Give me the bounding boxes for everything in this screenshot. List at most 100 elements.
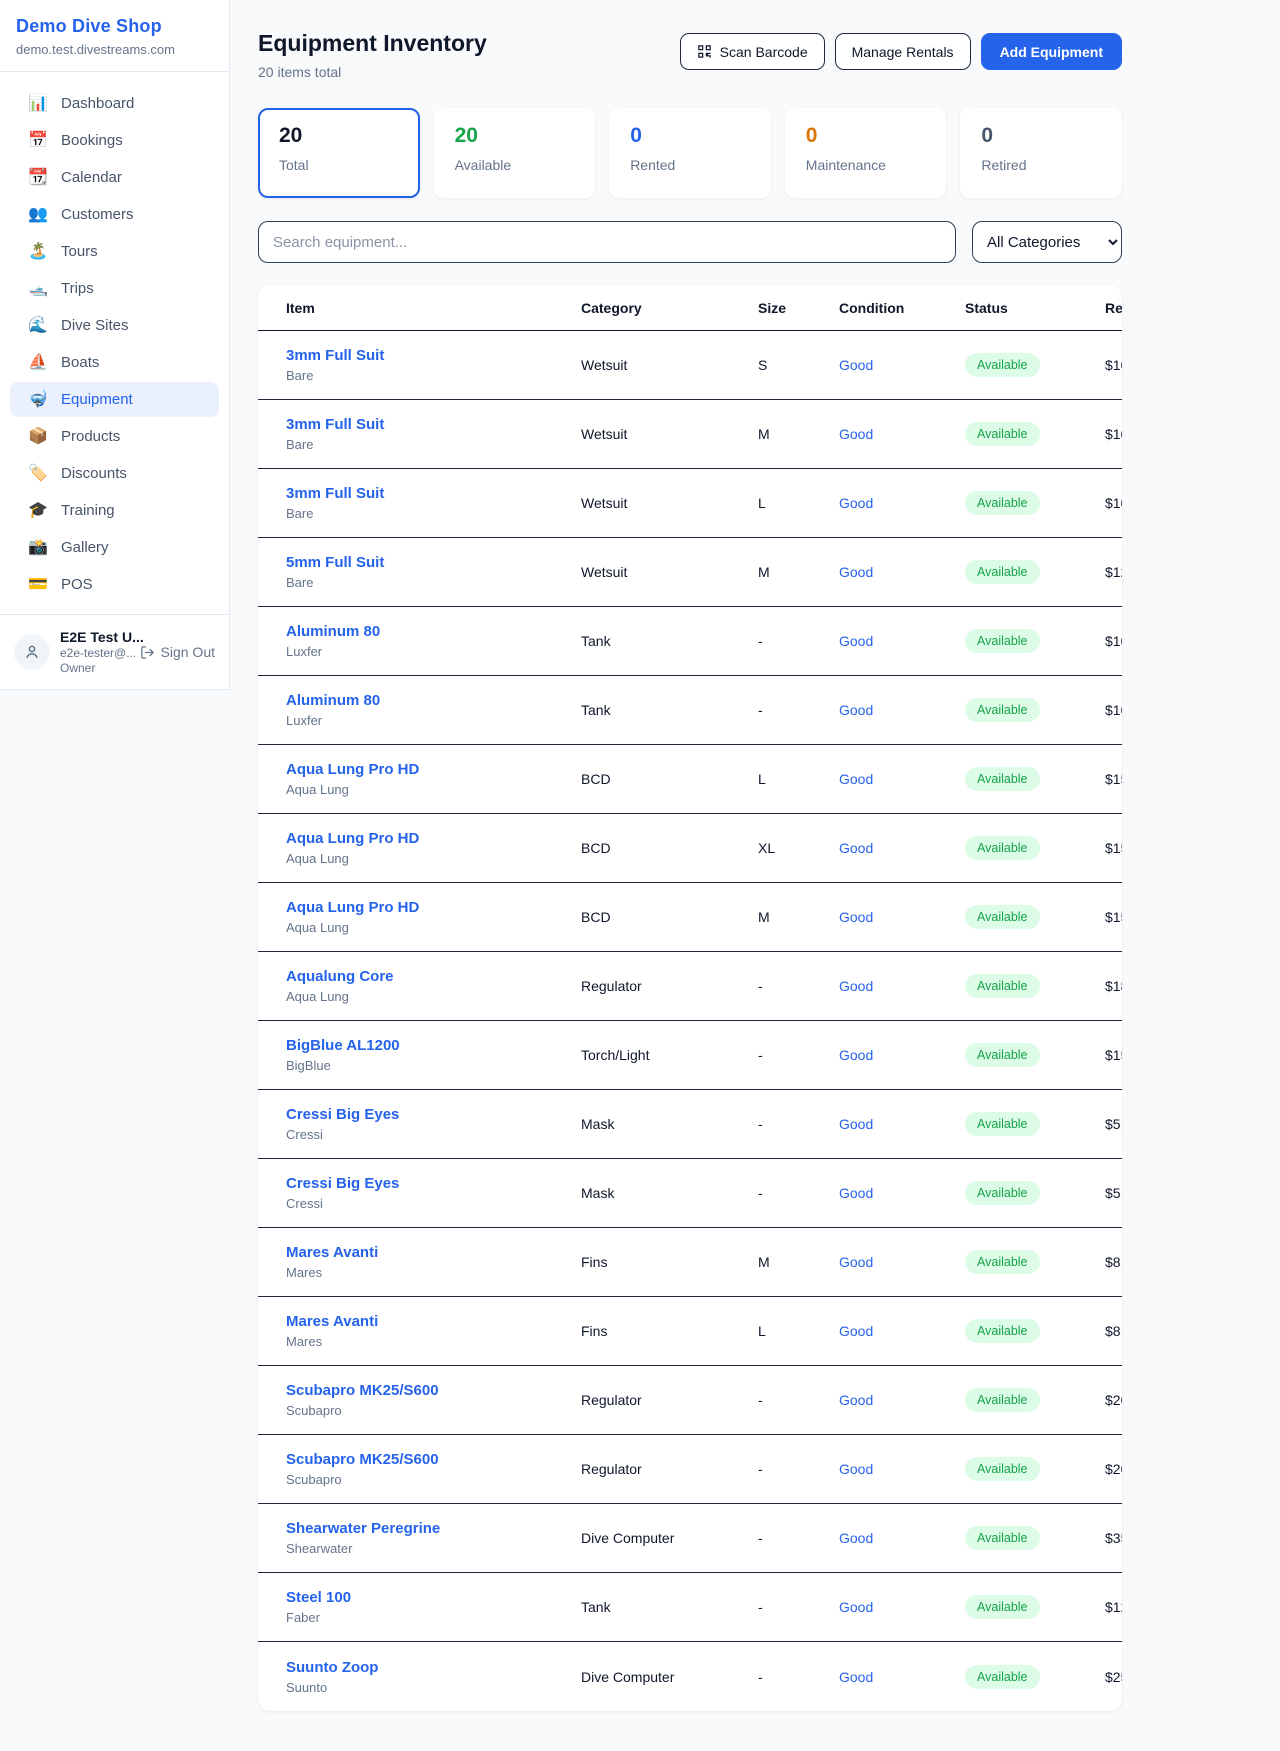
table-row[interactable]: Aluminum 80LuxferTank-GoodAvailable$10.0… [258,607,1122,676]
item-name-link[interactable]: Shearwater Peregrine [286,1520,581,1537]
category-select[interactable]: All Categories [972,221,1122,263]
category-cell: BCD [581,909,758,925]
table-row[interactable]: Scubapro MK25/S600ScubaproRegulator-Good… [258,1366,1122,1435]
sidebar-item-gallery[interactable]: 📸Gallery [10,530,219,565]
table-row[interactable]: Aqua Lung Pro HDAqua LungBCDMGoodAvailab… [258,883,1122,952]
table-row[interactable]: Cressi Big EyesCressiMask-GoodAvailable$… [258,1090,1122,1159]
table-row[interactable]: Aluminum 80LuxferTank-GoodAvailable$10.0… [258,676,1122,745]
table-row[interactable]: Scubapro MK25/S600ScubaproRegulator-Good… [258,1435,1122,1504]
table-row[interactable]: Shearwater PeregrineShearwaterDive Compu… [258,1504,1122,1573]
item-name-link[interactable]: Aluminum 80 [286,692,581,709]
category-cell: Fins [581,1323,758,1339]
condition-link[interactable]: Good [839,1254,873,1270]
condition-link[interactable]: Good [839,1185,873,1201]
sidebar-item-calendar[interactable]: 📆Calendar [10,160,219,195]
sidebar-item-dashboard[interactable]: 📊Dashboard [10,86,219,121]
table-row[interactable]: Suunto ZoopSuuntoDive Computer-GoodAvail… [258,1642,1122,1711]
table-row[interactable]: 3mm Full SuitBareWetsuitSGoodAvailable$1… [258,331,1122,400]
condition-link[interactable]: Good [839,909,873,925]
table-row[interactable]: Cressi Big EyesCressiMask-GoodAvailable$… [258,1159,1122,1228]
condition-cell: Good [839,909,965,925]
condition-link[interactable]: Good [839,771,873,787]
condition-link[interactable]: Good [839,1530,873,1546]
condition-link[interactable]: Good [839,564,873,580]
stat-card-available[interactable]: 20Available [434,108,596,198]
status-cell: Available [965,905,1105,929]
user-role: Owner [60,661,130,675]
sidebar-item-training[interactable]: 🎓Training [10,493,219,528]
sidebar-item-discounts[interactable]: 🏷️Discounts [10,456,219,491]
item-name-link[interactable]: 5mm Full Suit [286,554,581,571]
table-row[interactable]: 3mm Full SuitBareWetsuitMGoodAvailable$1… [258,400,1122,469]
condition-cell: Good [839,426,965,442]
item-name-link[interactable]: Mares Avanti [286,1244,581,1261]
page-title: Equipment Inventory [258,30,487,57]
item-name-link[interactable]: Scubapro MK25/S600 [286,1451,581,1468]
sidebar-item-equipment[interactable]: 🤿Equipment [10,382,219,417]
item-name-link[interactable]: Aqua Lung Pro HD [286,830,581,847]
item-name-link[interactable]: Aqualung Core [286,968,581,985]
sidebar-item-pos[interactable]: 💳POS [10,567,219,602]
condition-link[interactable]: Good [839,840,873,856]
stat-card-total[interactable]: 20Total [258,108,420,198]
stat-card-rented[interactable]: 0Rented [609,108,771,198]
item-name-link[interactable]: 3mm Full Suit [286,416,581,433]
item-name-link[interactable]: Suunto Zoop [286,1659,581,1676]
table-row[interactable]: Mares AvantiMaresFinsLGoodAvailable$8.00… [258,1297,1122,1366]
condition-link[interactable]: Good [839,426,873,442]
item-name-link[interactable]: BigBlue AL1200 [286,1037,581,1054]
sidebar-item-products[interactable]: 📦Products [10,419,219,454]
table-row[interactable]: BigBlue AL1200BigBlueTorch/Light-GoodAva… [258,1021,1122,1090]
item-name-link[interactable]: Aqua Lung Pro HD [286,761,581,778]
item-name-link[interactable]: 3mm Full Suit [286,347,581,364]
condition-link[interactable]: Good [839,357,873,373]
condition-link[interactable]: Good [839,633,873,649]
condition-link[interactable]: Good [839,1047,873,1063]
brand-title[interactable]: Demo Dive Shop [16,16,213,37]
sidebar-item-label: Equipment [61,391,133,408]
table-row[interactable]: Mares AvantiMaresFinsMGoodAvailable$8.00… [258,1228,1122,1297]
item-name-link[interactable]: Aluminum 80 [286,623,581,640]
table-row[interactable]: 3mm Full SuitBareWetsuitLGoodAvailable$1… [258,469,1122,538]
sidebar-item-label: Training [61,502,115,519]
condition-link[interactable]: Good [839,1116,873,1132]
item-name-link[interactable]: Scubapro MK25/S600 [286,1382,581,1399]
size-cell: M [758,426,839,442]
table-row[interactable]: Aqua Lung Pro HDAqua LungBCDLGoodAvailab… [258,745,1122,814]
sign-out-button[interactable]: Sign Out [140,644,215,660]
item-name-link[interactable]: Steel 100 [286,1589,581,1606]
add-equipment-button[interactable]: Add Equipment [981,33,1122,70]
rental-cell: $10.00/day [1105,633,1106,649]
table-row[interactable]: Aqualung CoreAqua LungRegulator-GoodAvai… [258,952,1122,1021]
condition-link[interactable]: Good [839,702,873,718]
condition-link[interactable]: Good [839,495,873,511]
search-input[interactable] [258,221,956,263]
sidebar-item-tours[interactable]: 🏝️Tours [10,234,219,269]
condition-link[interactable]: Good [839,1599,873,1615]
scan-barcode-button[interactable]: Scan Barcode [680,33,825,70]
item-name-link[interactable]: Cressi Big Eyes [286,1175,581,1192]
sidebar-item-dive-sites[interactable]: 🌊Dive Sites [10,308,219,343]
sidebar-item-trips[interactable]: 🛥️Trips [10,271,219,306]
manage-rentals-button[interactable]: Manage Rentals [835,33,971,70]
stat-card-retired[interactable]: 0Retired [960,108,1122,198]
condition-link[interactable]: Good [839,1461,873,1477]
category-cell: Wetsuit [581,357,758,373]
status-cell: Available [965,1250,1105,1274]
table-row[interactable]: 5mm Full SuitBareWetsuitMGoodAvailable$1… [258,538,1122,607]
condition-link[interactable]: Good [839,1392,873,1408]
table-row[interactable]: Aqua Lung Pro HDAqua LungBCDXLGoodAvaila… [258,814,1122,883]
condition-link[interactable]: Good [839,1323,873,1339]
status-cell: Available [965,1112,1105,1136]
item-name-link[interactable]: 3mm Full Suit [286,485,581,502]
item-name-link[interactable]: Cressi Big Eyes [286,1106,581,1123]
table-row[interactable]: Steel 100FaberTank-GoodAvailable$12.00/d… [258,1573,1122,1642]
stat-card-maintenance[interactable]: 0Maintenance [785,108,947,198]
item-name-link[interactable]: Aqua Lung Pro HD [286,899,581,916]
condition-link[interactable]: Good [839,978,873,994]
sidebar-item-boats[interactable]: ⛵Boats [10,345,219,380]
sidebar-item-customers[interactable]: 👥Customers [10,197,219,232]
item-name-link[interactable]: Mares Avanti [286,1313,581,1330]
condition-link[interactable]: Good [839,1669,873,1685]
sidebar-item-bookings[interactable]: 📅Bookings [10,123,219,158]
